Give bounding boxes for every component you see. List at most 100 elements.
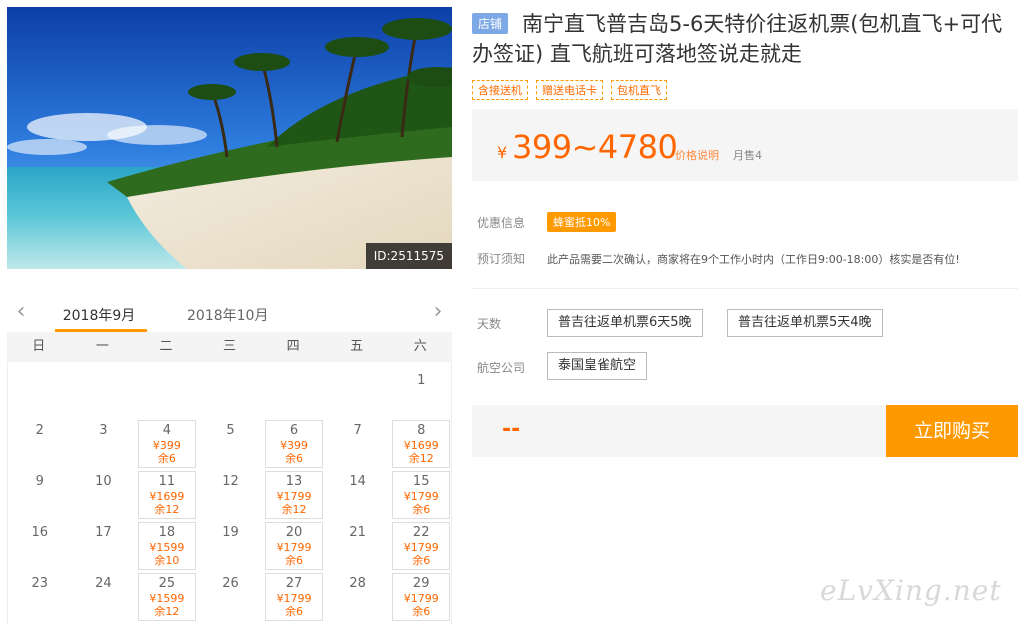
price-box: ¥ 399~4780 价格说明 月售4	[472, 109, 1018, 181]
promo-label: 优惠信息	[477, 216, 526, 230]
active-month-underline	[55, 329, 147, 332]
day-number: 2	[35, 423, 44, 438]
selected-price: --	[502, 417, 521, 442]
day-option-6d5n[interactable]: 普吉往返单机票6天5晚	[547, 309, 703, 337]
divider	[472, 288, 1018, 289]
calendar-day-available[interactable]: 20 ¥1799 余6	[265, 522, 324, 570]
day-price: ¥399	[280, 439, 309, 452]
day-number: 24	[95, 576, 112, 591]
day-price: ¥1799	[276, 490, 312, 503]
calendar-day: 5	[202, 420, 260, 468]
weekday-sat: 六	[413, 339, 427, 354]
day-remaining: 余12	[154, 503, 180, 516]
month-tab-current[interactable]: 2018年9月	[51, 305, 147, 325]
day-price: ¥1599	[149, 541, 185, 554]
calendar-day: 16	[11, 522, 69, 570]
weekday-mon: 一	[95, 339, 109, 354]
price-range: 399~4780	[512, 128, 678, 166]
day-price: ¥1799	[276, 541, 312, 554]
day-number: 19	[222, 525, 239, 540]
calendar-day-available[interactable]: 4 ¥399 余6	[137, 420, 196, 468]
day-number: 20	[285, 525, 303, 540]
day-number: 14	[349, 474, 366, 489]
calendar-day: 24	[74, 573, 132, 621]
day-number: 3	[99, 423, 108, 438]
day-number: 4	[162, 423, 172, 438]
calendar-day-available[interactable]: 22 ¥1799 余6	[392, 522, 451, 570]
day-price: ¥1699	[403, 439, 439, 452]
calendar-day-available[interactable]: 11 ¥1699 余12	[137, 471, 196, 519]
day-number: 11	[158, 474, 176, 489]
calendar-day: 12	[202, 471, 260, 519]
image-id-label: ID:2511575	[365, 243, 452, 269]
calendar-day: 1	[392, 370, 450, 418]
calendar-day: 3	[74, 420, 132, 468]
day-number: 25	[158, 576, 176, 591]
day-number: 28	[349, 576, 366, 591]
calendar-grid: 1 2 3 4 ¥399 余6 5 6 ¥399 余6 7 8 ¥1699 余12 9 10 11 ¥1699 余1…	[7, 362, 452, 624]
days-label: 天数	[477, 317, 502, 331]
day-number: 27	[285, 576, 303, 591]
calendar-day-available[interactable]: 13 ¥1799 余12	[265, 471, 324, 519]
purchase-bar: -- 立即购买	[472, 405, 1018, 457]
prev-month-arrow-icon[interactable]: ‹	[11, 300, 31, 324]
day-number: 29	[412, 576, 430, 591]
weekday-thu: 四	[286, 339, 300, 354]
calendar-day-available[interactable]: 27 ¥1799 余6	[265, 573, 324, 621]
calendar-day: 21	[329, 522, 387, 570]
price-note-link[interactable]: 价格说明	[675, 147, 719, 163]
month-tab-next[interactable]: 2018年10月	[187, 305, 268, 325]
day-remaining: 余6	[412, 554, 431, 567]
day-number: 23	[31, 576, 49, 591]
day-remaining: 余6	[412, 605, 431, 618]
airline-option[interactable]: 泰国皇雀航空	[547, 352, 648, 380]
calendar-day: 28	[329, 573, 387, 621]
next-month-arrow-icon[interactable]: ›	[428, 300, 448, 324]
day-number: 10	[95, 474, 112, 489]
buy-now-button[interactable]: 立即购买	[886, 405, 1018, 457]
day-remaining: 余12	[408, 452, 434, 465]
day-price: ¥1599	[149, 592, 185, 605]
weekday-fri: 五	[350, 339, 364, 354]
calendar-day: 7	[329, 420, 387, 468]
calendar-day: 2	[11, 420, 69, 468]
product-title: 南宁直飞普吉岛5-6天特价往返机票(包机直飞+可代办签证) 直飞航班可落地签说走…	[472, 12, 1003, 66]
calendar-day-available[interactable]: 29 ¥1799 余6	[392, 573, 451, 621]
notice-text: 此产品需要二次确认，商家将在9个工作小时内（工作日9:00-18:00）核实是否…	[547, 253, 960, 266]
day-price: ¥1799	[403, 592, 439, 605]
feature-tags: 含接送机 赠送电话卡 包机直飞	[472, 80, 667, 100]
calendar-day-available[interactable]: 8 ¥1699 余12	[392, 420, 451, 468]
weekday-header: 日 一 二 三 四 五 六	[7, 332, 452, 362]
day-remaining: 余12	[154, 605, 180, 618]
day-remaining: 余6	[157, 452, 176, 465]
promo-badge: 蜂蜜抵10%	[547, 212, 617, 232]
tag-pickup: 含接送机	[472, 80, 528, 100]
day-remaining: 余6	[285, 605, 304, 618]
day-price: ¥1699	[149, 490, 185, 503]
calendar-day-available[interactable]: 6 ¥399 余6	[265, 420, 324, 468]
calendar-day: 14	[329, 471, 387, 519]
calendar-day-available[interactable]: 15 ¥1799 余6	[392, 471, 451, 519]
calendar-day: 23	[11, 573, 69, 621]
calendar-day: 17	[74, 522, 132, 570]
weekday-wed: 三	[223, 339, 237, 354]
day-option-5d4n[interactable]: 普吉往返单机票5天4晚	[727, 309, 883, 337]
tag-phone-card: 赠送电话卡	[536, 80, 603, 100]
day-remaining: 余10	[154, 554, 180, 567]
store-badge[interactable]: 店铺	[472, 13, 509, 34]
notice-label: 预订须知	[477, 252, 526, 266]
day-number: 9	[35, 474, 44, 489]
calendar-day-available[interactable]: 25 ¥1599 余12	[137, 573, 196, 621]
monthly-sales: 月售4	[733, 149, 762, 162]
day-number: 5	[226, 423, 235, 438]
airline-label: 航空公司	[477, 361, 526, 375]
product-image: ID:2511575	[7, 7, 452, 269]
day-number: 18	[158, 525, 176, 540]
calendar-day: 26	[202, 573, 260, 621]
day-number: 21	[349, 525, 366, 540]
calendar-nav: ‹ 2018年9月 2018年10月 ›	[7, 294, 452, 332]
day-number: 13	[285, 474, 303, 489]
day-number: 7	[353, 423, 362, 438]
calendar-day-available[interactable]: 18 ¥1599 余10	[137, 522, 196, 570]
day-price: ¥1799	[276, 592, 312, 605]
